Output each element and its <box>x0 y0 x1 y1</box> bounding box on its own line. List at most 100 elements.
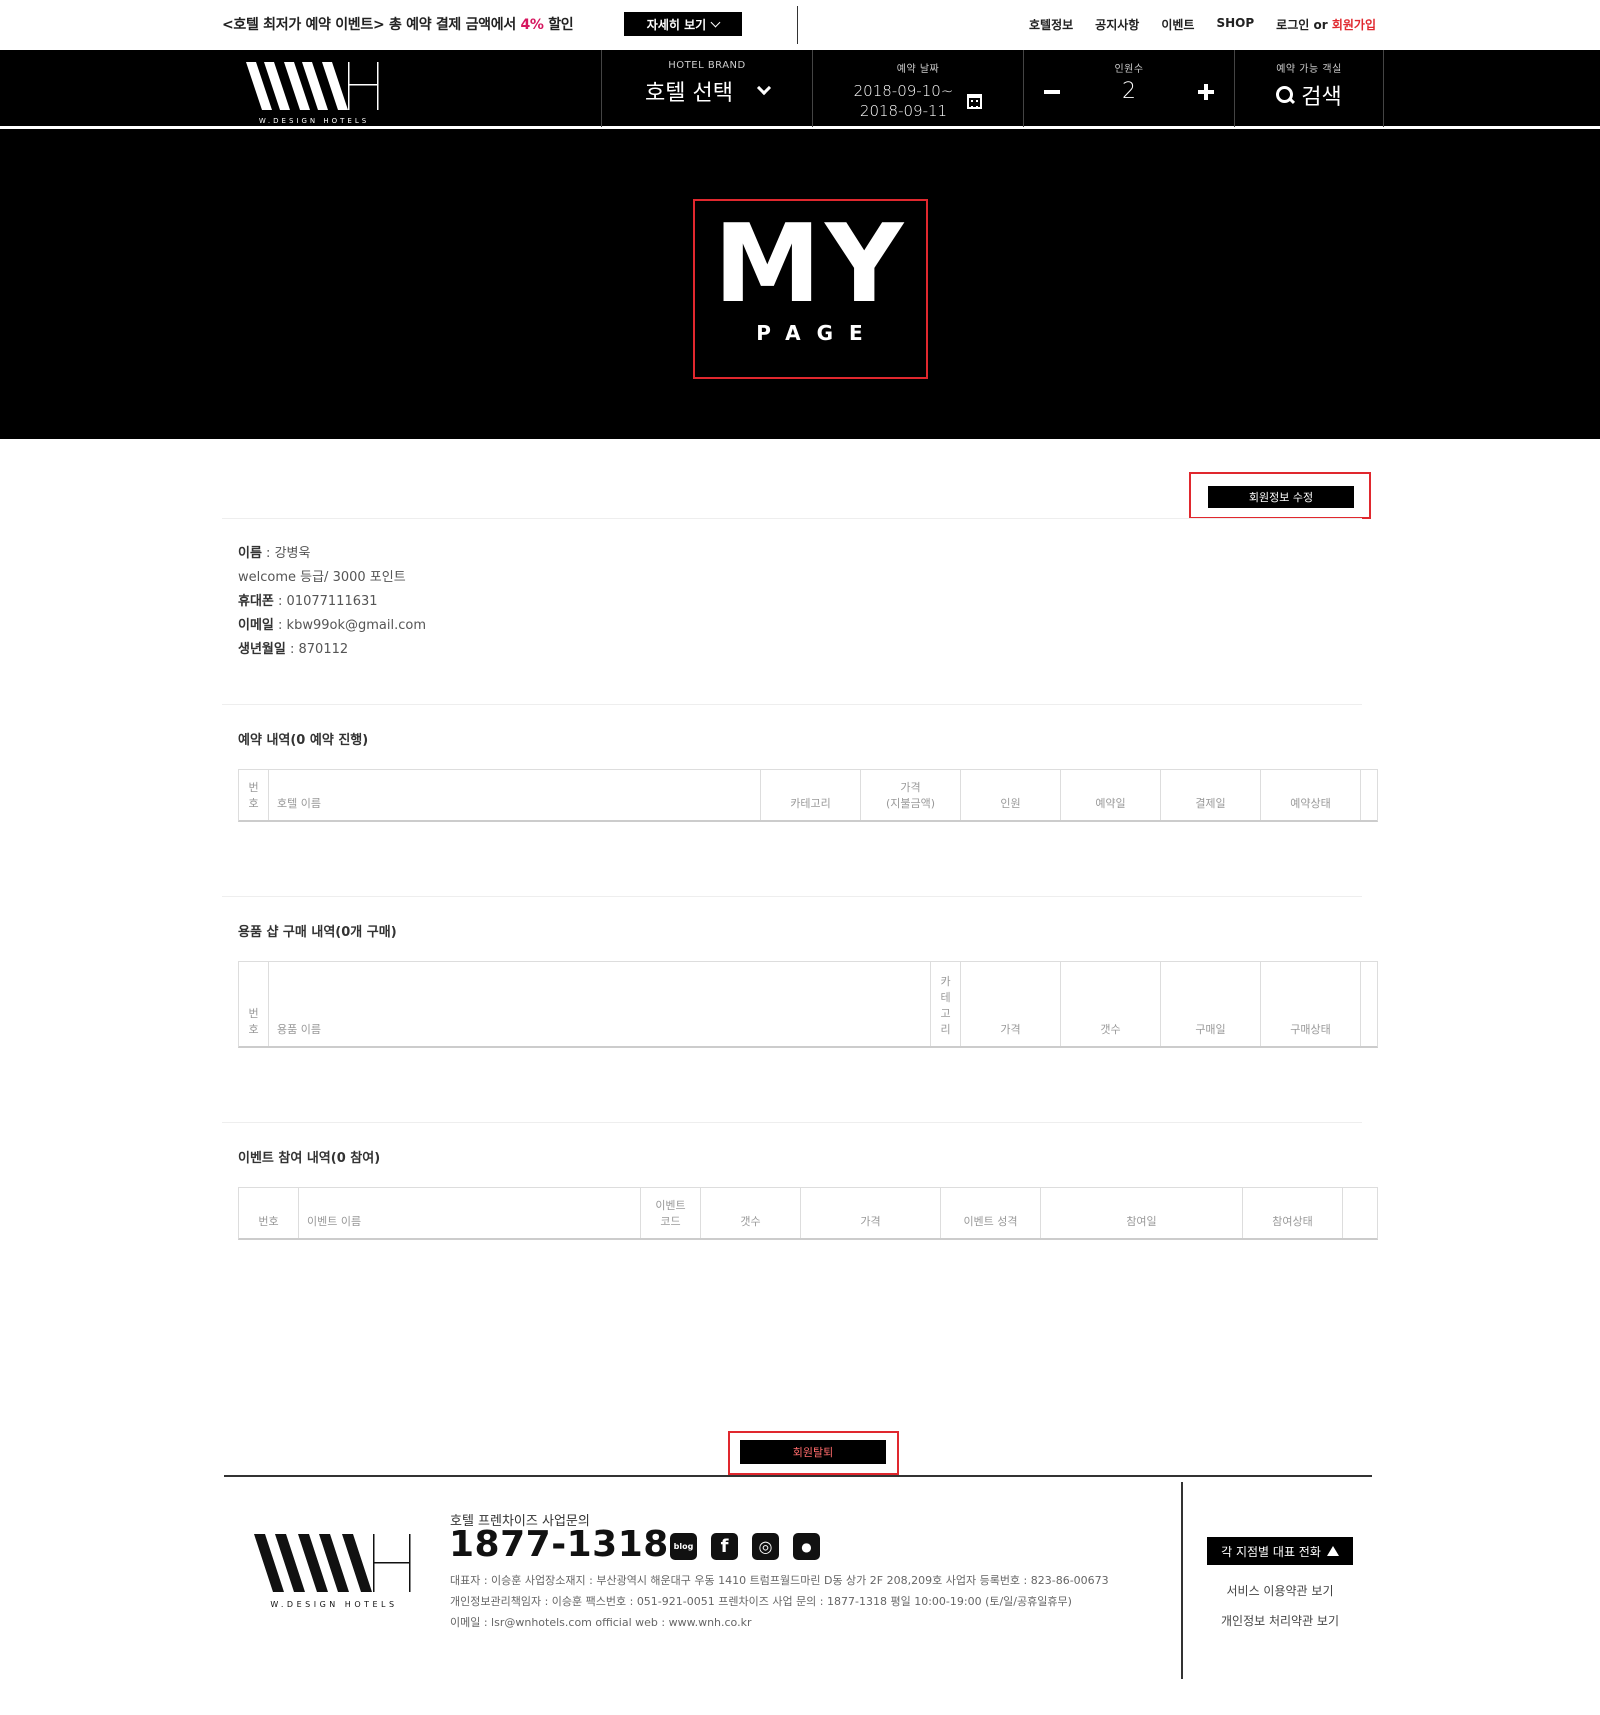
footer-wnh-logo[interactable]: W.DESIGN HOTELS <box>252 1530 417 1610</box>
map-pin-icon[interactable]: ● <box>793 1533 820 1560</box>
minus-icon[interactable] <box>1044 89 1060 94</box>
events-title: 이벤트 참여 내역(0 참여) <box>238 1151 381 1166</box>
instagram-icon[interactable]: ◎ <box>752 1533 779 1560</box>
nav-notice[interactable]: 공지사항 <box>1095 16 1139 33</box>
table-header: 갯수 <box>1061 962 1161 1046</box>
edit-member-info-button[interactable]: 회원정보 수정 <box>1208 486 1354 508</box>
table-header: 번 호 <box>239 770 269 820</box>
calendar-icon[interactable] <box>967 93 983 109</box>
company-info-line: 이메일 : lsr@wnhotels.com official web : ww… <box>450 1616 752 1629</box>
table-header: 예약상태 <box>1261 770 1361 820</box>
promo-percent: 4% <box>520 17 544 33</box>
table-header: 구매상태 <box>1261 962 1361 1046</box>
reservation-date-picker[interactable]: 예약 날짜 2018-09-10~ 2018-09-11 <box>812 50 1023 127</box>
people-label: 인원수 <box>1114 64 1144 75</box>
table-header: 결제일 <box>1161 770 1261 820</box>
name-key: 이름 <box>238 546 262 561</box>
nav-shop[interactable]: SHOP <box>1216 16 1254 33</box>
table-header: 가격 <box>801 1188 941 1238</box>
top-nav: 호텔정보 공지사항 이벤트 SHOP 로그인 or 회원가입 <box>1029 16 1376 33</box>
table-header: 가격 (지불금액) <box>861 770 961 820</box>
date-range: 2018-09-10~ 2018-09-11 <box>854 81 954 121</box>
top-notice-bar: <호텔 최저가 예약 이벤트> 총 예약 결제 금액에서 4% 할인 자세히 보… <box>0 0 1600 50</box>
table-header: 호텔 이름 <box>269 770 761 820</box>
date-value-row: 2018-09-10~ 2018-09-11 <box>813 81 1023 121</box>
promo-suffix: 할인 <box>543 17 574 33</box>
brand-value: 호텔 선택 <box>645 81 733 106</box>
divider <box>222 704 1362 705</box>
withdraw-button[interactable]: 회원탈퇴 <box>740 1440 886 1464</box>
phone-key: 휴대폰 <box>238 594 274 609</box>
company-info-line: 개인정보관리책임자 : 이승훈 팩스번호 : 051-921-0051 프렌차이… <box>450 1595 1072 1608</box>
shop-title: 용품 샵 구매 내역(0개 구매) <box>238 925 397 940</box>
search-value: 검색 <box>1301 85 1342 110</box>
member-email-row: 이메일 : kbw99ok@gmail.com <box>238 618 426 633</box>
email-key: 이메일 <box>238 618 274 633</box>
terms-link[interactable]: 서비스 이용약관 보기 <box>1180 1582 1380 1599</box>
brand-label: HOTEL BRAND <box>668 60 746 71</box>
table-header: 가격 <box>961 962 1061 1046</box>
events-table: 번호 이벤트 이름 이벤트 코드 갯수 가격 이벤트 성격 참여일 참여상태 <box>238 1187 1378 1240</box>
chevron-down-icon <box>710 17 721 27</box>
mypage-title-box: MY PAGE <box>693 199 928 379</box>
search-rooms-button[interactable]: 예약 가능 객실 검색 <box>1234 50 1384 127</box>
table-header: 이벤트 코드 <box>641 1188 701 1238</box>
table-header <box>1361 770 1377 820</box>
table-header: 번호 <box>239 1188 299 1238</box>
email-value: kbw99ok@gmail.com <box>286 618 426 633</box>
search-label: 예약 가능 객실 <box>1276 64 1342 75</box>
birth-value: 870112 <box>298 642 349 657</box>
name-value: 강병욱 <box>274 546 311 561</box>
member-info: 이름 : 강병욱 welcome 등급/ 3000 포인트 휴대폰 : 0107… <box>238 542 426 662</box>
shop-table: 번 호 용품 이름 카 테 고 리 가격 갯수 구매일 구매상태 <box>238 961 1378 1048</box>
table-header: 갯수 <box>701 1188 801 1238</box>
nav-login-join: 로그인 or 회원가입 <box>1276 16 1376 33</box>
table-header: 카테고리 <box>761 770 861 820</box>
promo-details-button[interactable]: 자세히 보기 <box>624 12 742 36</box>
blog-icon[interactable]: blog <box>670 1533 697 1560</box>
hero-banner: MY PAGE <box>0 132 1600 439</box>
table-header <box>1343 1188 1377 1238</box>
table-header: 이벤트 성격 <box>941 1188 1041 1238</box>
nav-join[interactable]: 회원가입 <box>1332 18 1376 32</box>
facebook-icon[interactable]: f <box>711 1533 738 1560</box>
table-header: 예약일 <box>1061 770 1161 820</box>
wnh-logo[interactable]: W.DESIGN HOTELS <box>244 58 384 126</box>
hero-title: MY <box>713 202 908 327</box>
search-icon <box>1276 85 1295 105</box>
footer-vertical-divider <box>1181 1482 1183 1679</box>
brand-value-row: 호텔 선택 <box>602 75 812 107</box>
triangle-up-icon <box>1326 1546 1339 1556</box>
chevron-down-icon <box>756 80 772 96</box>
hotel-brand-select[interactable]: HOTEL BRAND 호텔 선택 <box>601 50 812 127</box>
nav-login[interactable]: 로그인 <box>1276 18 1309 32</box>
date-label: 예약 날짜 <box>896 64 940 75</box>
nav-event[interactable]: 이벤트 <box>1161 16 1194 33</box>
nav-hotel-info[interactable]: 호텔정보 <box>1029 16 1073 33</box>
divider <box>222 518 1362 519</box>
phone-value: 01077111631 <box>286 594 378 609</box>
member-grade-row: welcome 등급/ 3000 포인트 <box>238 570 406 585</box>
birth-key: 생년월일 <box>238 642 286 657</box>
edit-button-highlight: 회원정보 수정 <box>1189 472 1371 519</box>
footer-divider <box>224 1475 1372 1477</box>
search-value-row: 검색 <box>1235 79 1383 111</box>
table-header <box>1361 962 1377 1046</box>
promo-main: <호텔 최저가 예약 이벤트> 총 예약 결제 금액에서 <box>222 17 521 33</box>
promo-details-label: 자세히 보기 <box>646 17 707 32</box>
date-to: 2018-09-11 <box>859 102 948 120</box>
member-name-row: 이름 : 강병욱 <box>238 546 311 561</box>
branch-phone-label: 각 지점별 대표 전화 <box>1221 1544 1321 1559</box>
branch-phone-button[interactable]: 각 지점별 대표 전화 <box>1207 1537 1353 1565</box>
sns-links: blog f ◎ ● <box>670 1533 820 1560</box>
franchise-phone: 1877-1318 <box>449 1524 669 1565</box>
topbar-divider <box>797 6 798 44</box>
company-info: 대표자 : 이승훈 사업장소재지 : 부산광역시 해운대구 우동 1410 트럼… <box>450 1570 1109 1633</box>
privacy-link[interactable]: 개인정보 처리약관 보기 <box>1180 1612 1380 1629</box>
member-phone-row: 휴대폰 : 01077111631 <box>238 594 378 609</box>
plus-icon[interactable] <box>1198 83 1214 100</box>
member-birth-row: 생년월일 : 870112 <box>238 642 349 657</box>
table-header: 카 테 고 리 <box>931 962 961 1046</box>
table-header: 이벤트 이름 <box>299 1188 641 1238</box>
table-header: 참여상태 <box>1243 1188 1343 1238</box>
